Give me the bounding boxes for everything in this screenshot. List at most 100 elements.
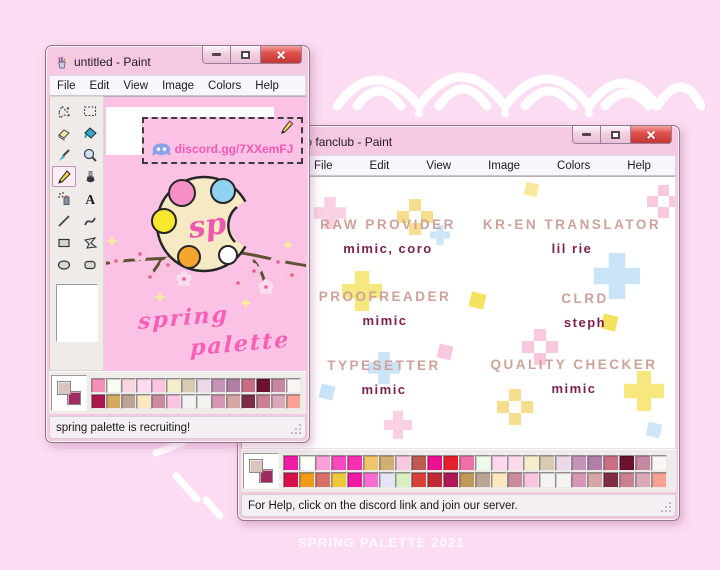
palette-swatch[interactable]: [256, 393, 271, 409]
palette-swatch[interactable]: [651, 454, 667, 471]
palette-swatch[interactable]: [241, 377, 256, 393]
close-button[interactable]: [260, 46, 302, 64]
palette-swatch[interactable]: [299, 454, 315, 471]
palette-swatch[interactable]: [121, 393, 136, 409]
menu-item[interactable]: Image: [155, 80, 201, 92]
maximize-button[interactable]: [231, 46, 260, 64]
palette-swatch[interactable]: [271, 393, 286, 409]
tool-text-button[interactable]: A: [78, 188, 102, 209]
palette-swatch[interactable]: [491, 471, 507, 488]
maximize-button[interactable]: [601, 126, 630, 144]
palette-swatch[interactable]: [619, 454, 635, 471]
tool-free-form-select-button[interactable]: [52, 100, 76, 121]
palette-swatch[interactable]: [181, 377, 196, 393]
palette-swatch[interactable]: [121, 377, 136, 393]
palette-swatch[interactable]: [379, 471, 395, 488]
palette-swatch[interactable]: [619, 471, 635, 488]
palette-swatch[interactable]: [166, 377, 181, 393]
palette-swatch[interactable]: [331, 454, 347, 471]
menu-item[interactable]: Edit: [370, 160, 390, 172]
palette-swatch[interactable]: [211, 393, 226, 409]
palette-swatch[interactable]: [347, 454, 363, 471]
tool-pencil-button[interactable]: [51, 166, 76, 187]
palette-swatch[interactable]: [256, 377, 271, 393]
tool-magnifier-button[interactable]: [78, 144, 102, 165]
palette-swatch[interactable]: [395, 471, 411, 488]
minimize-button[interactable]: [572, 126, 601, 144]
palette-swatch[interactable]: [651, 471, 667, 488]
palette-swatch[interactable]: [427, 471, 443, 488]
palette-swatch[interactable]: [555, 471, 571, 488]
titlebar[interactable]: untitled - Paint: [49, 46, 306, 75]
palette-swatch[interactable]: [226, 393, 241, 409]
palette-swatch[interactable]: [241, 393, 256, 409]
palette-swatch[interactable]: [136, 393, 151, 409]
tool-ellipse-button[interactable]: [52, 254, 76, 275]
palette-swatch[interactable]: [226, 377, 241, 393]
palette-swatch[interactable]: [106, 393, 121, 409]
paint-canvas[interactable]: discord.gg/7XXemFJ sp spring palette: [104, 96, 306, 371]
palette-swatch[interactable]: [491, 454, 507, 471]
palette-swatch[interactable]: [539, 471, 555, 488]
palette-swatch[interactable]: [315, 471, 331, 488]
tool-eraser-button[interactable]: [52, 122, 76, 143]
foreground-background-color-indicator[interactable]: [51, 375, 87, 411]
palette-swatch[interactable]: [363, 471, 379, 488]
palette-swatch[interactable]: [507, 454, 523, 471]
palette-swatch[interactable]: [475, 471, 491, 488]
menu-item[interactable]: Edit: [83, 80, 117, 92]
menu-item[interactable]: View: [116, 80, 155, 92]
menu-item[interactable]: Help: [248, 80, 286, 92]
palette-swatch[interactable]: [286, 393, 301, 409]
palette-swatch[interactable]: [475, 454, 491, 471]
palette-swatch[interactable]: [283, 454, 299, 471]
tool-line-button[interactable]: [52, 210, 76, 231]
palette-swatch[interactable]: [331, 471, 347, 488]
palette-swatch[interactable]: [379, 454, 395, 471]
palette-swatch[interactable]: [151, 393, 166, 409]
palette-swatch[interactable]: [571, 471, 587, 488]
palette-swatch[interactable]: [587, 454, 603, 471]
palette-swatch[interactable]: [443, 454, 459, 471]
palette-swatch[interactable]: [587, 471, 603, 488]
tool-curve-button[interactable]: [78, 210, 102, 231]
palette-swatch[interactable]: [603, 471, 619, 488]
menu-item[interactable]: Colors: [557, 160, 590, 172]
close-button[interactable]: [630, 126, 672, 144]
menu-item[interactable]: Image: [488, 160, 520, 172]
menu-item[interactable]: File: [314, 160, 333, 172]
palette-swatch[interactable]: [315, 454, 331, 471]
palette-swatch[interactable]: [539, 454, 555, 471]
palette-swatch[interactable]: [459, 454, 475, 471]
palette-swatch[interactable]: [395, 454, 411, 471]
palette-swatch[interactable]: [271, 377, 286, 393]
tool-pick-color-button[interactable]: [52, 144, 76, 165]
palette-swatch[interactable]: [555, 454, 571, 471]
menu-item[interactable]: File: [50, 80, 83, 92]
palette-swatch[interactable]: [181, 393, 196, 409]
tool-rounded-rectangle-button[interactable]: [78, 254, 102, 275]
palette-swatch[interactable]: [363, 454, 379, 471]
tool-select-button[interactable]: [78, 100, 102, 121]
palette-swatch[interactable]: [523, 454, 539, 471]
tool-fill-button[interactable]: [78, 122, 102, 143]
palette-swatch[interactable]: [286, 377, 301, 393]
palette-swatch[interactable]: [603, 454, 619, 471]
palette-swatch[interactable]: [91, 393, 106, 409]
palette-swatch[interactable]: [571, 454, 587, 471]
minimize-button[interactable]: [202, 46, 231, 64]
tool-options-box[interactable]: [55, 284, 98, 342]
menu-item[interactable]: Help: [627, 160, 651, 172]
palette-swatch[interactable]: [411, 471, 427, 488]
palette-swatch[interactable]: [523, 471, 539, 488]
palette-swatch[interactable]: [196, 393, 211, 409]
menu-item[interactable]: View: [426, 160, 451, 172]
palette-swatch[interactable]: [443, 471, 459, 488]
palette-swatch[interactable]: [635, 471, 651, 488]
palette-swatch[interactable]: [299, 471, 315, 488]
palette-swatch[interactable]: [283, 471, 299, 488]
tool-polygon-button[interactable]: [78, 232, 102, 253]
palette-swatch[interactable]: [211, 377, 226, 393]
palette-swatch[interactable]: [196, 377, 211, 393]
tool-rectangle-button[interactable]: [52, 232, 76, 253]
